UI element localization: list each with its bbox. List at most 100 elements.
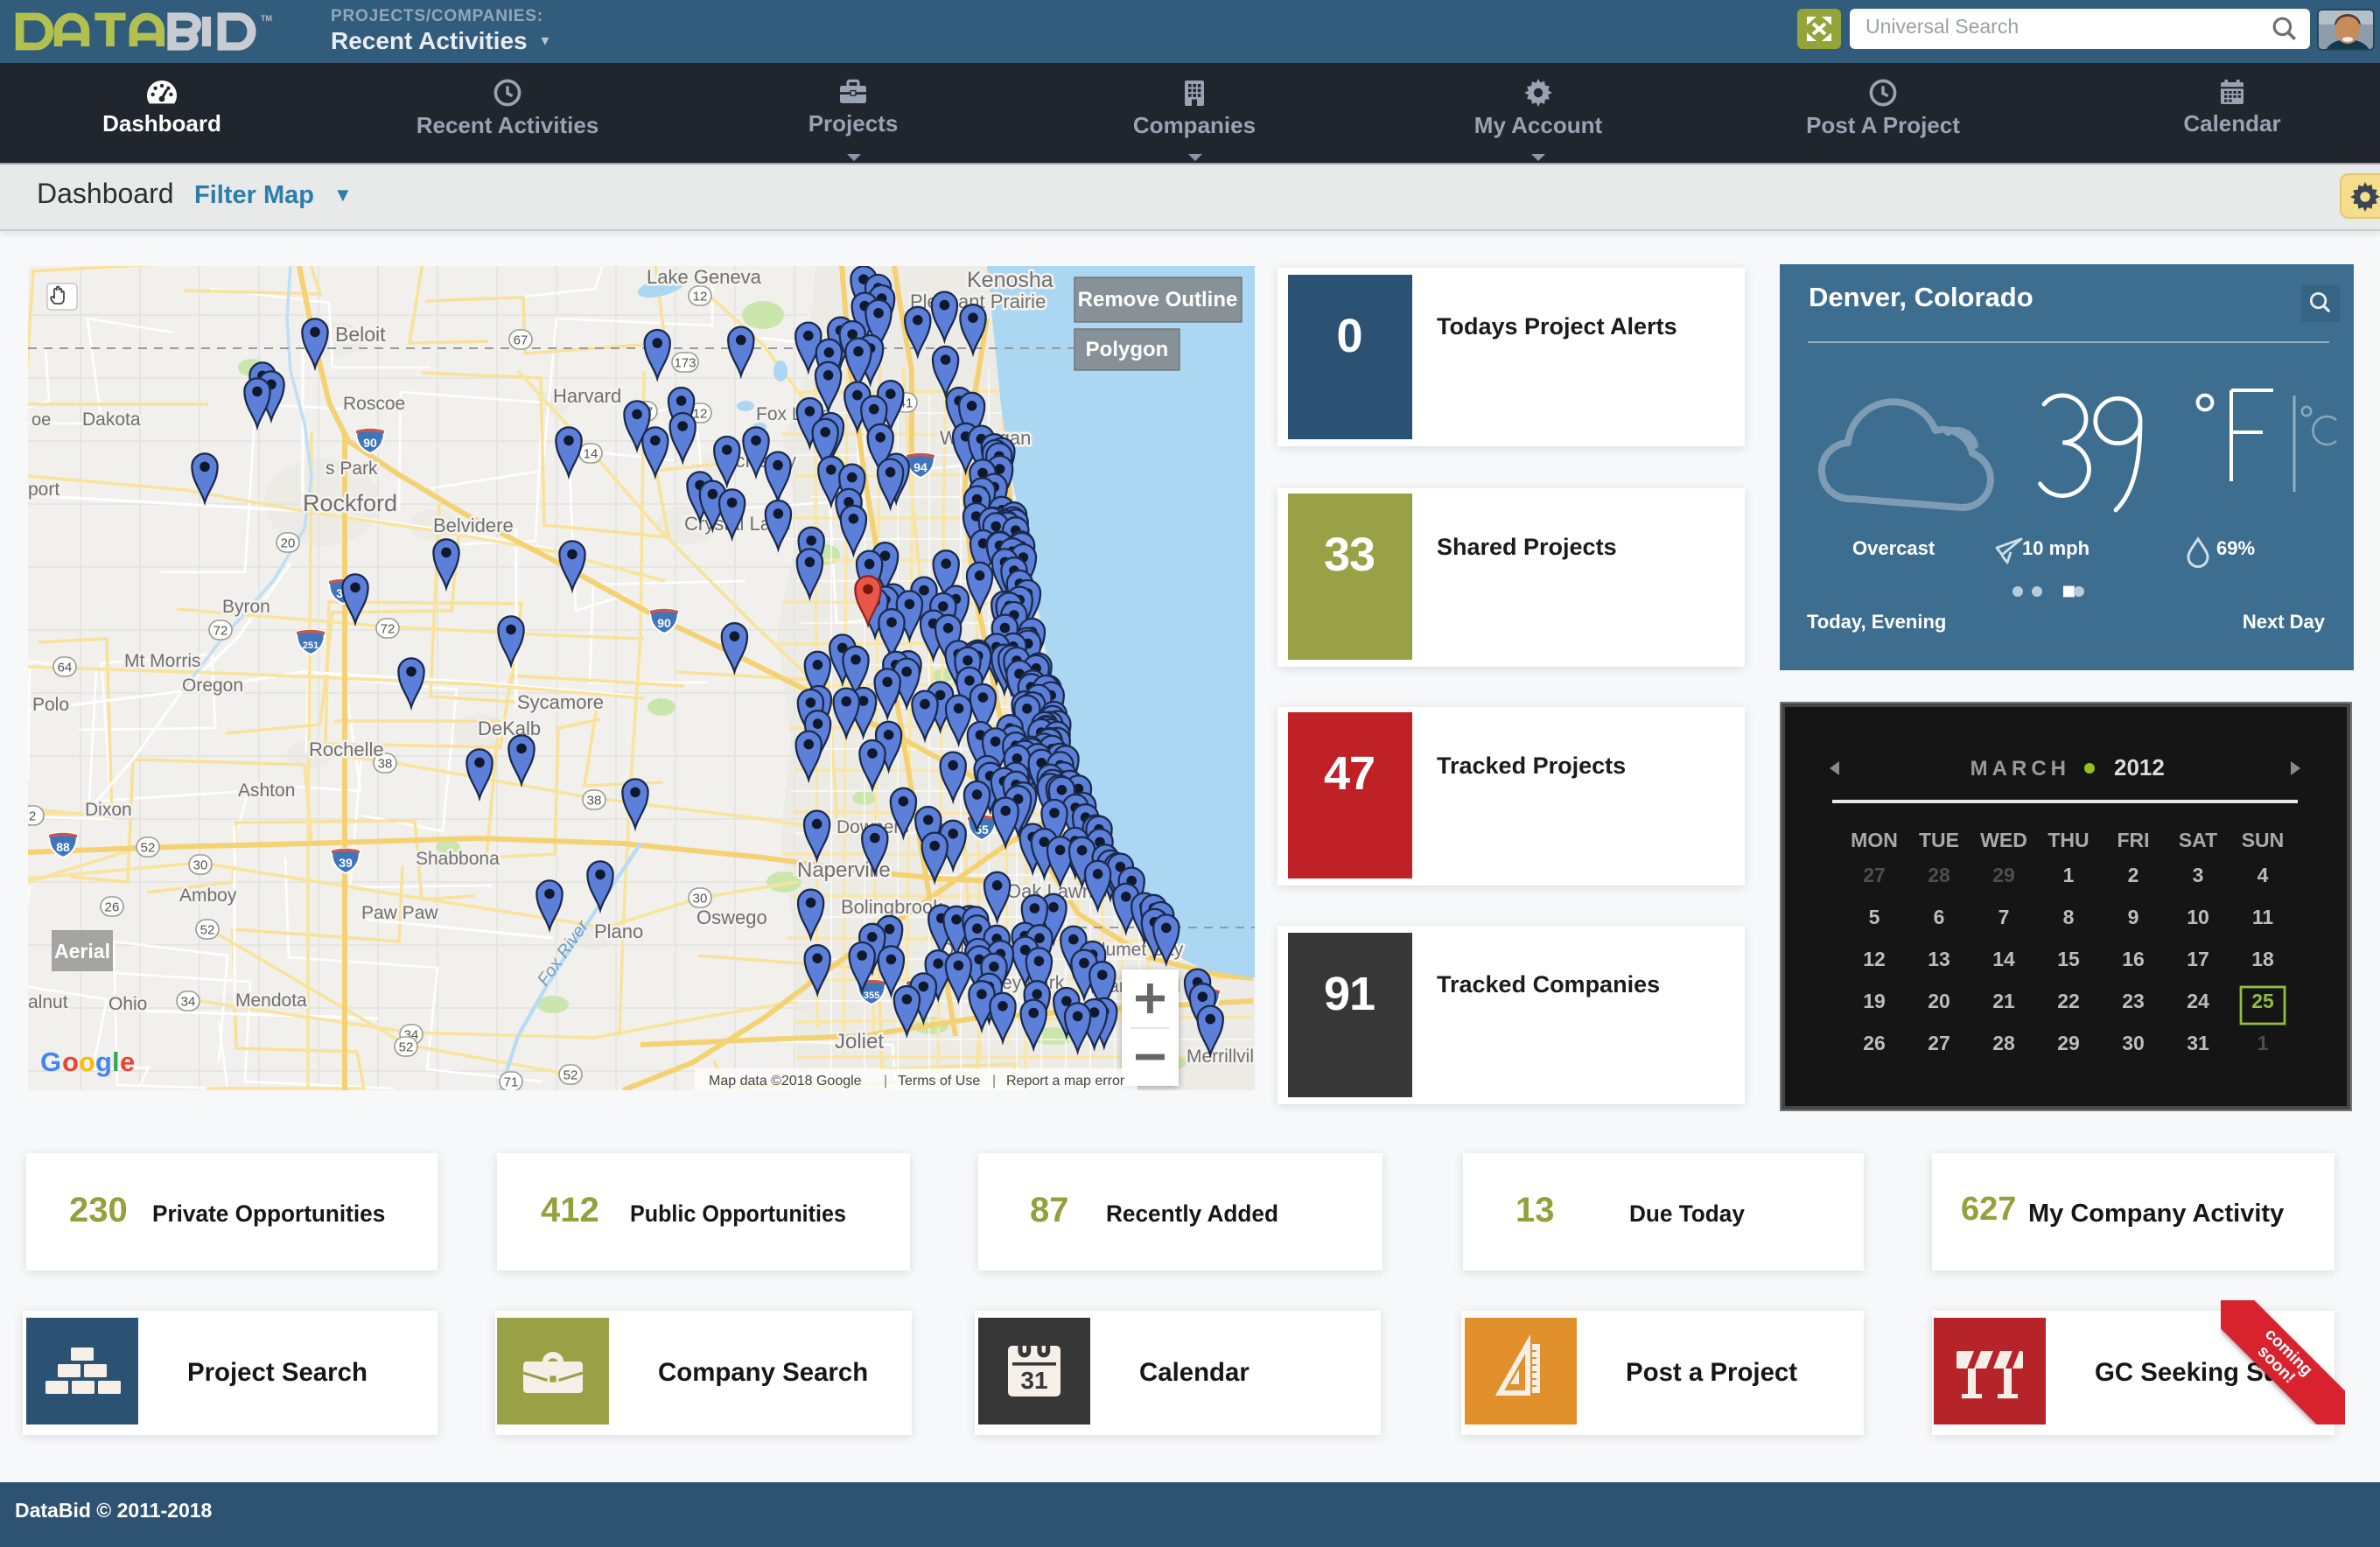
svg-text:26: 26 [1863,1031,1886,1054]
svg-text:l: l [112,1046,119,1077]
svg-text:MON: MON [1851,828,1898,850]
svg-text:Dixon: Dixon [85,800,132,820]
svg-text:90: 90 [363,436,377,450]
svg-text:Byron: Byron [222,597,270,617]
svg-text:10: 10 [2187,905,2209,928]
svg-text:Oswego: Oswego [696,906,767,928]
svg-text:30: 30 [693,892,708,906]
svg-text:15: 15 [2057,947,2080,970]
svg-text:oe: oe [32,410,51,430]
svg-text:o: o [79,1046,94,1077]
svg-text:52: 52 [141,841,156,856]
svg-text:Amboy: Amboy [179,886,237,906]
svg-text:port: port [28,480,60,500]
svg-text:17: 17 [2187,947,2209,970]
svg-text:251: 251 [303,640,318,651]
svg-text:3: 3 [2193,863,2204,886]
svg-text:Sycamore: Sycamore [517,691,604,713]
svg-text:2: 2 [2128,863,2139,886]
svg-text:30: 30 [193,858,208,873]
svg-text:72: 72 [381,622,396,637]
svg-text:14: 14 [584,447,598,462]
svg-text:Merrillville: Merrillville [1186,1046,1255,1067]
svg-text:Harvard: Harvard [553,385,621,407]
svg-text:12: 12 [693,407,708,422]
svg-text:TUE: TUE [1919,828,1959,850]
svg-text:1: 1 [2063,863,2075,886]
svg-text:30: 30 [2122,1031,2145,1054]
svg-text:34: 34 [181,995,196,1010]
svg-text:s Park: s Park [326,458,378,479]
svg-text:67: 67 [514,333,528,348]
svg-text:64: 64 [58,661,73,676]
svg-text:20: 20 [1928,989,1950,1012]
svg-text:Terms of Use: Terms of Use [898,1074,980,1088]
svg-text:g: g [95,1046,111,1077]
svg-text:Ohio: Ohio [108,994,147,1014]
svg-text:Joliet: Joliet [835,1030,884,1054]
svg-text:25: 25 [2251,989,2274,1012]
svg-text:38: 38 [587,794,602,808]
svg-text:18: 18 [2251,947,2274,970]
svg-text:6: 6 [1934,905,1945,928]
svg-text:22: 22 [2057,989,2080,1012]
svg-text:5: 5 [1869,905,1880,928]
svg-text:THU: THU [2048,828,2089,850]
svg-text:52: 52 [399,1040,414,1055]
svg-text:2: 2 [29,809,36,824]
svg-text:12: 12 [693,290,708,304]
svg-text:Shabbona: Shabbona [416,849,500,869]
svg-text:o: o [62,1046,78,1077]
svg-text:Ashton: Ashton [238,780,295,801]
svg-text:13: 13 [1928,947,1950,970]
svg-text:88: 88 [56,840,70,854]
svg-text:Aerial: Aerial [54,940,110,962]
svg-text:71: 71 [504,1075,519,1090]
svg-text:7: 7 [1998,905,2010,928]
svg-text:26: 26 [105,900,120,915]
svg-text:Roscoe: Roscoe [343,394,405,414]
svg-text:8: 8 [2063,905,2075,928]
svg-text:9: 9 [2128,905,2139,928]
svg-text:27: 27 [1928,1031,1950,1054]
svg-text:27: 27 [1863,863,1886,886]
svg-text:Mendota: Mendota [235,990,307,1011]
svg-text:Dakota: Dakota [82,410,141,430]
svg-text:23: 23 [2122,989,2145,1012]
svg-text:Remove Outline: Remove Outline [1078,288,1238,312]
svg-text:TM: TM [261,14,272,23]
svg-text:39: 39 [339,856,353,870]
svg-text:90: 90 [657,616,671,630]
svg-text:Rochelle: Rochelle [309,738,384,760]
svg-text:52: 52 [564,1068,578,1083]
svg-text:|: | [884,1074,887,1088]
svg-text:Polo: Polo [32,695,69,715]
svg-text:21: 21 [1992,989,2015,1012]
svg-text:72: 72 [214,624,228,639]
svg-text:16: 16 [2122,947,2145,970]
svg-text:31: 31 [2187,1031,2209,1054]
svg-text:20: 20 [281,536,296,551]
svg-text:SUN: SUN [2242,828,2285,850]
svg-text:1: 1 [2258,1031,2269,1054]
svg-text:29: 29 [2057,1031,2080,1054]
svg-text:Report a map error: Report a map error [1006,1074,1125,1088]
svg-text:Map data ©2018 Google: Map data ©2018 Google [709,1074,862,1088]
svg-text:Beloit: Beloit [335,323,386,346]
svg-text:19: 19 [1863,989,1886,1012]
svg-text:11: 11 [2252,905,2274,928]
svg-text:29: 29 [1992,863,2015,886]
svg-text:SAT: SAT [2179,828,2217,850]
svg-text:e: e [120,1046,135,1077]
svg-text:4: 4 [2258,863,2269,886]
svg-text:Paw Paw: Paw Paw [361,903,438,923]
svg-text:DeKalb: DeKalb [478,718,541,739]
svg-text:Polygon: Polygon [1086,338,1169,361]
svg-text:WED: WED [1980,828,2027,850]
svg-text:Belvidere: Belvidere [433,514,514,536]
svg-text:14: 14 [1992,947,2015,970]
svg-text:355: 355 [864,990,879,1001]
svg-text:alnut: alnut [28,992,68,1012]
svg-text:Oregon: Oregon [182,676,243,696]
svg-text:28: 28 [1928,863,1950,886]
